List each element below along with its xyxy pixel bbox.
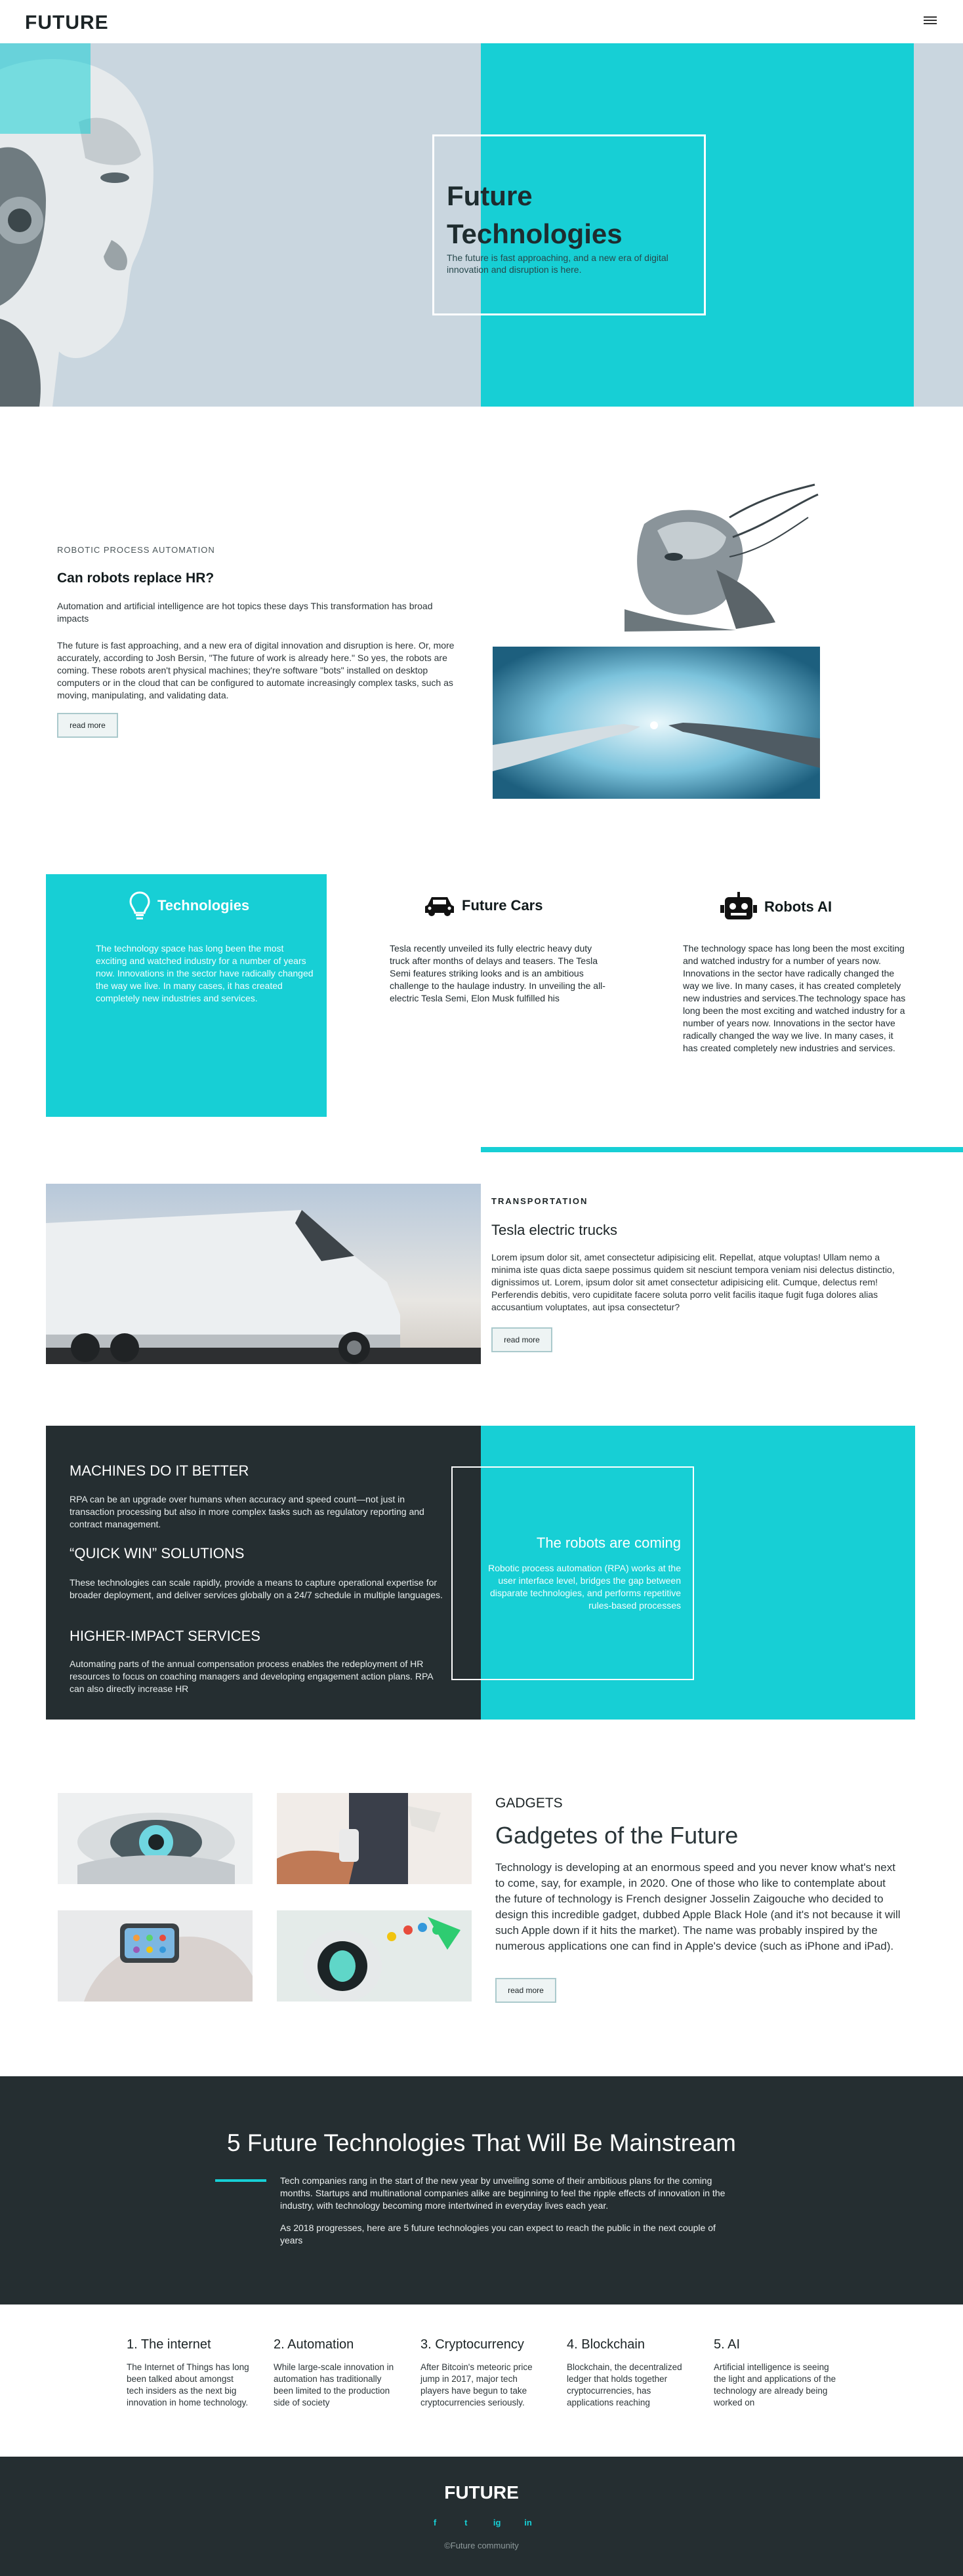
feature-title: Technologies bbox=[157, 897, 250, 914]
rpa-title: Can robots replace HR? bbox=[57, 571, 215, 586]
hamburger-icon[interactable] bbox=[924, 14, 937, 28]
machines-heading-3: HIGHER-IMPACT SERVICES bbox=[70, 1628, 260, 1644]
transport-read-more-button[interactable]: read more bbox=[491, 1327, 552, 1352]
feature-title: Robots AI bbox=[764, 898, 832, 915]
tech-text-blockchain: Blockchain, the decentralized ledger tha… bbox=[567, 2362, 682, 2407]
social-links: f t ig in bbox=[428, 2515, 535, 2529]
rpa-intro: Automation and artificial intelligence a… bbox=[57, 601, 433, 624]
navbar: FUTURE bbox=[0, 0, 963, 43]
footer-brand: FUTURE bbox=[444, 2482, 519, 2503]
tech-title-cryptocurrency: 3. Cryptocurrency bbox=[420, 2337, 524, 2352]
gadget-ring-projector-image bbox=[277, 1910, 472, 2002]
tech-text-internet: The Internet of Things has long been tal… bbox=[127, 2362, 249, 2407]
footer-copyright: ©Future community bbox=[444, 2541, 519, 2550]
gadgets-title: Gadgetes of the Future bbox=[495, 1822, 739, 1849]
mainstream-intro: Tech companies rang in the start of the … bbox=[280, 2175, 726, 2211]
section-divider bbox=[481, 1147, 963, 1152]
mainstream-accent-line bbox=[215, 2179, 266, 2182]
hero-subtitle: The future is fast approaching, and a ne… bbox=[447, 252, 668, 275]
transport-eyebrow: TRANSPORTATION bbox=[491, 1196, 588, 1206]
rpa-read-more-button[interactable]: read more bbox=[57, 713, 118, 738]
feature-title: Future Cars bbox=[462, 897, 543, 914]
facebook-icon[interactable]: f bbox=[428, 2515, 442, 2529]
tech-title-blockchain: 4. Blockchain bbox=[567, 2337, 645, 2352]
tech-title-ai: 5. AI bbox=[714, 2337, 741, 2352]
gadget-smartwatch-image bbox=[58, 1910, 253, 2002]
tech-text-ai: Artificial intelligence is seeing the li… bbox=[714, 2362, 836, 2407]
mainstream-title: 5 Future Technologies That Will Be Mains… bbox=[227, 2129, 736, 2156]
machines-text-1: RPA can be an upgrade over humans when a… bbox=[70, 1494, 424, 1529]
hero-accent-square bbox=[0, 43, 91, 134]
transport-text: Lorem ipsum dolor sit, amet consectetur … bbox=[491, 1252, 895, 1312]
gadget-robot-eye-image bbox=[58, 1793, 253, 1884]
feature-text: The technology space has long been the m… bbox=[96, 943, 314, 1003]
machines-text-3: Automating parts of the annual compensat… bbox=[70, 1659, 433, 1694]
feature-robots-heading: Robots AI bbox=[720, 892, 832, 922]
robot-hands-image bbox=[493, 647, 820, 799]
car-icon bbox=[425, 897, 454, 916]
mainstream-outro: As 2018 progresses, here are 5 future te… bbox=[280, 2223, 716, 2245]
rpa-body: The future is fast approaching, and a ne… bbox=[57, 640, 455, 700]
lightbulb-icon bbox=[129, 891, 150, 919]
machines-heading-2: “QUICK WIN” SOLUTIONS bbox=[70, 1545, 245, 1561]
tech-text-automation: While large-scale innovation in automati… bbox=[274, 2362, 394, 2407]
gadgets-text: Technology is developing at an enormous … bbox=[495, 1861, 901, 1952]
tech-title-automation: 2. Automation bbox=[274, 2337, 354, 2352]
robots-coming-text: Robotic process automation (RPA) works a… bbox=[488, 1563, 681, 1611]
transport-title: Tesla electric trucks bbox=[491, 1222, 617, 1238]
brand-logo[interactable]: FUTURE bbox=[25, 12, 109, 34]
robot-head-image bbox=[565, 478, 821, 632]
tech-title-internet: 1. The internet bbox=[127, 2337, 211, 2352]
tech-text-cryptocurrency: After Bitcoin's meteoric price jump in 2… bbox=[420, 2362, 533, 2407]
rpa-eyebrow: ROBOTIC PROCESS AUTOMATION bbox=[57, 545, 215, 555]
robot-icon bbox=[720, 892, 757, 919]
robots-coming-title: The robots are coming bbox=[536, 1535, 681, 1551]
hero-title: Future Technologies bbox=[447, 180, 623, 249]
feature-text: Tesla recently unveiled its fully electr… bbox=[390, 943, 605, 1003]
feature-text: The technology space has long been the m… bbox=[683, 943, 906, 1053]
gadget-wrist-device-image bbox=[277, 1793, 472, 1884]
gadgets-read-more-button[interactable]: read more bbox=[495, 1978, 556, 2003]
feature-cars-heading: Future Cars bbox=[424, 895, 543, 917]
hero-section: Future Technologies The future is fast a… bbox=[0, 43, 963, 407]
instagram-icon[interactable]: ig bbox=[490, 2515, 504, 2529]
machines-text-2: These technologies can scale rapidly, pr… bbox=[70, 1577, 443, 1600]
tesla-truck-image bbox=[46, 1184, 481, 1364]
twitter-icon[interactable]: t bbox=[459, 2515, 473, 2529]
machines-heading-1: MACHINES DO IT BETTER bbox=[70, 1462, 249, 1479]
feature-technologies-heading: Technologies bbox=[129, 891, 249, 921]
linkedin-icon[interactable]: in bbox=[521, 2515, 535, 2529]
gadgets-eyebrow: GADGETS bbox=[495, 1796, 563, 1811]
